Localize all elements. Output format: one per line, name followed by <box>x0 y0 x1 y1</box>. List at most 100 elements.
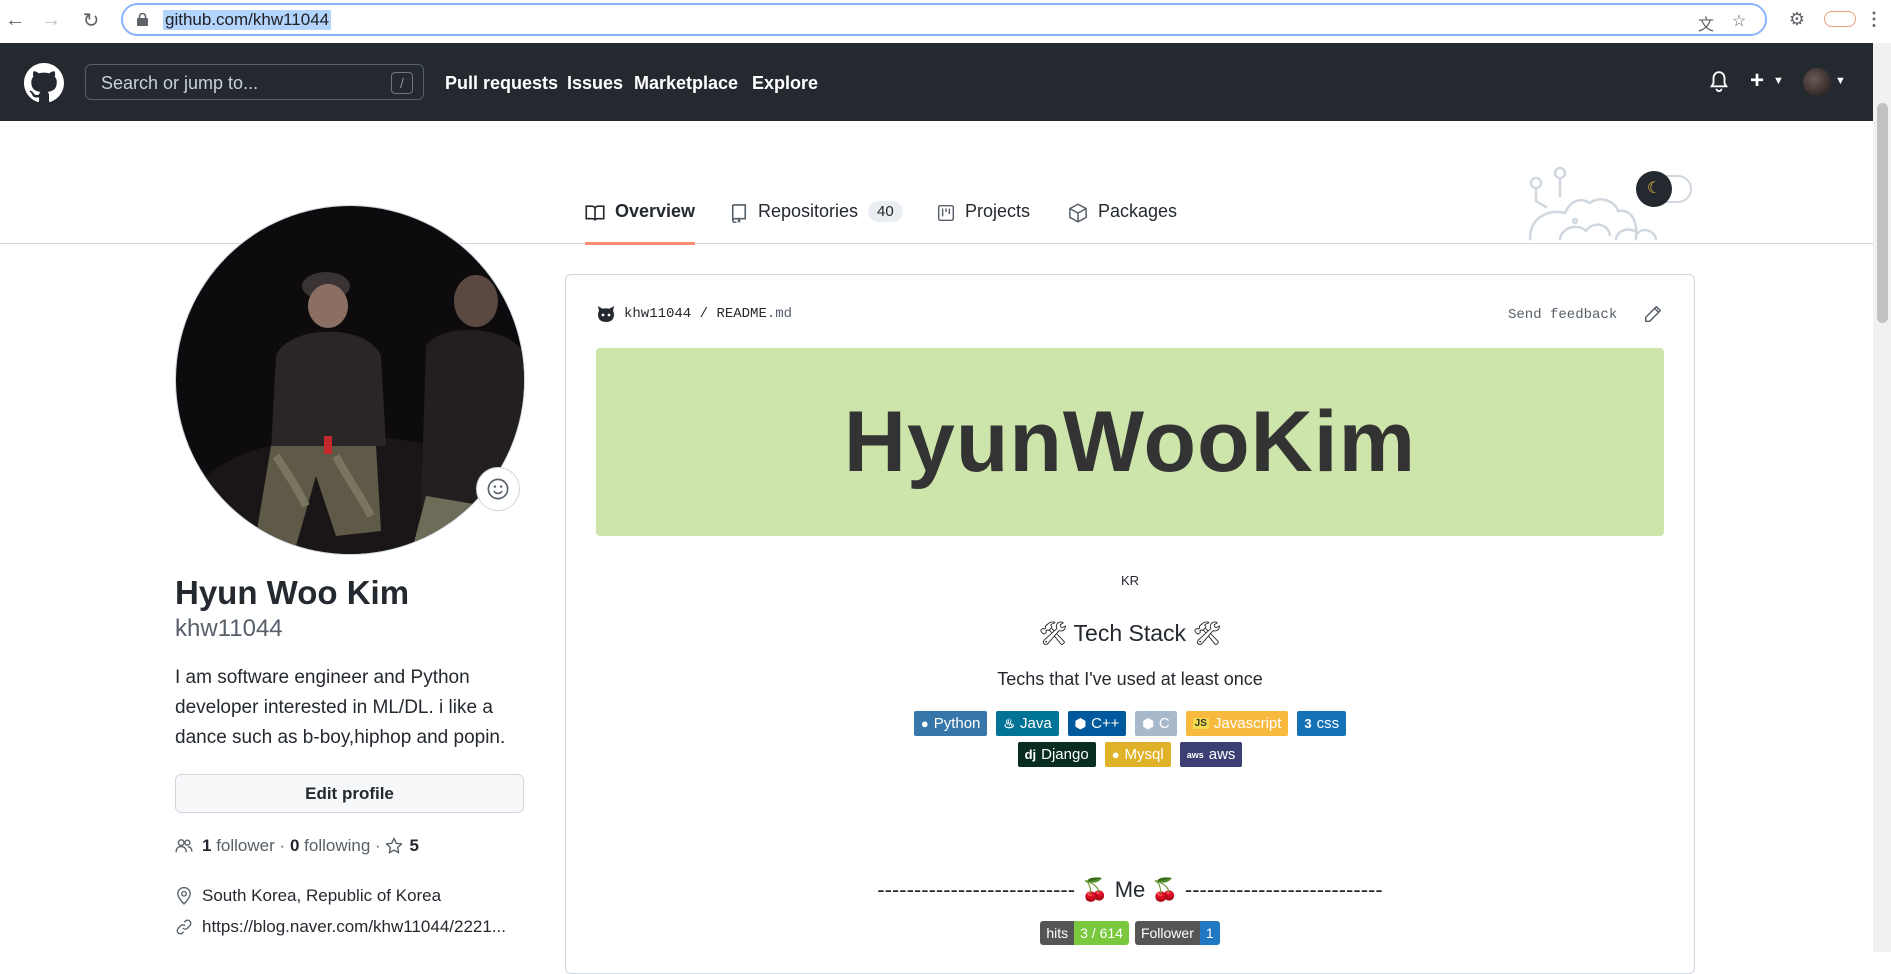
badge-label: Python <box>933 715 981 732</box>
tab-repositories-label: Repositories <box>758 201 859 221</box>
search-placeholder: Search or jump to... <box>101 73 259 93</box>
badge-aws[interactable]: aws aws <box>1179 742 1243 767</box>
website-link[interactable]: https://blog.naver.com/khw11044/2221... <box>202 917 506 937</box>
tech-badges-row-2: dj Django ● Mysql aws aws <box>566 742 1694 767</box>
followers-label: follower <box>216 836 275 855</box>
notification-bell-icon[interactable] <box>1709 71 1729 93</box>
c-icon: ⬢ <box>1142 715 1154 731</box>
edit-profile-button[interactable]: Edit profile <box>175 774 524 813</box>
badge-django[interactable]: dj Django <box>1017 742 1096 767</box>
location-text: South Korea, Republic of Korea <box>202 886 442 905</box>
github-logo-icon[interactable] <box>24 63 64 103</box>
tab-packages[interactable]: Packages <box>1068 201 1177 242</box>
create-new-caret-icon[interactable]: ▼ <box>1773 75 1784 87</box>
forward-arrow-icon[interactable]: → <box>38 7 64 33</box>
badge-label: aws <box>1208 746 1236 763</box>
moon-icon: ☾ <box>1636 171 1672 207</box>
chrome-menu-icon[interactable]: ⋮ <box>1863 9 1885 31</box>
avatar-caret-icon[interactable]: ▼ <box>1835 75 1846 87</box>
hits-badge[interactable]: hits 3 / 614 <box>1040 921 1129 945</box>
profile-bio: I am software engineer and Python develo… <box>175 667 506 748</box>
mysql-icon: ● <box>1111 747 1120 762</box>
readme-banner: HyunWooKim <box>596 348 1664 536</box>
translate-icon[interactable]: 文 <box>1696 11 1716 34</box>
tech-badges-row-1: ● Python ♨ Java ⬢ C++ ⬢ C JS Javascript 3 css <box>566 711 1694 736</box>
following-link[interactable]: 0 following <box>290 836 370 856</box>
theme-toggle-switch[interactable]: ☾ <box>1636 171 1692 207</box>
back-arrow-icon[interactable]: ← <box>2 7 28 33</box>
send-feedback-link[interactable]: Send feedback <box>1508 307 1617 323</box>
badge-c[interactable]: ⬢ C <box>1135 711 1177 736</box>
book-icon <box>585 205 605 221</box>
separator-dot: · <box>279 836 286 855</box>
profile-location: South Korea, Republic of Korea <box>175 886 441 906</box>
stars-link[interactable]: 5 <box>385 836 419 856</box>
badge-label: Java <box>1020 715 1052 732</box>
css3-icon: 3 <box>1304 716 1312 731</box>
profile-username: khw11044 <box>175 615 283 642</box>
package-icon <box>1069 203 1087 223</box>
pencil-edit-icon[interactable] <box>1644 305 1662 323</box>
badge-cpp[interactable]: ⬢ C++ <box>1067 711 1127 736</box>
badge-label: Javascript <box>1213 715 1282 732</box>
search-input[interactable]: Search or jump to... / <box>85 64 424 100</box>
badge-label: C <box>1158 715 1170 732</box>
nav-marketplace[interactable]: Marketplace <box>634 73 738 94</box>
create-new-plus-icon[interactable]: + <box>1750 67 1764 95</box>
followers-link[interactable]: 1 follower <box>202 836 275 856</box>
repositories-count-badge: 40 <box>868 201 903 222</box>
tech-stack-heading: 🛠 Tech Stack 🛠 <box>1038 620 1222 646</box>
cpp-icon: ⬢ <box>1074 715 1087 731</box>
badge-label: css <box>1316 715 1340 732</box>
slash-shortcut-key: / <box>391 72 413 94</box>
me-heading: --------------------------- 🍒 Me 🍒 -----… <box>877 877 1383 902</box>
reload-icon[interactable]: ↻ <box>78 7 104 33</box>
following-label: following <box>304 836 371 855</box>
tab-overview[interactable]: Overview <box>585 201 696 245</box>
hits-value: 3 / 614 <box>1074 921 1129 945</box>
extensions-puzzle-icon[interactable]: ⚙ <box>1786 9 1808 31</box>
badge-python[interactable]: ● Python <box>913 711 988 736</box>
followers-count: 1 <box>202 836 212 855</box>
url-text[interactable]: github.com/khw11044 <box>163 10 332 30</box>
link-icon <box>176 919 192 935</box>
project-icon <box>937 204 955 222</box>
aws-icon: aws <box>1186 749 1204 760</box>
tab-repositories[interactable]: Repositories 40 <box>730 201 903 242</box>
profile-badge-icon[interactable] <box>1824 11 1856 27</box>
badge-javascript[interactable]: JS Javascript <box>1185 711 1289 736</box>
smiley-icon <box>487 478 509 500</box>
follower-value: 1 <box>1199 921 1220 945</box>
browser-toolbar: ← → ↻ github.com/khw11044 文 ☆ ⚙ ⋮ <box>0 0 1891 44</box>
address-bar[interactable]: github.com/khw11044 文 ☆ <box>121 3 1767 36</box>
tab-projects[interactable]: Projects <box>937 201 1030 242</box>
readme-path-separator: / <box>699 306 709 322</box>
repo-icon <box>731 204 747 223</box>
following-count: 0 <box>289 836 300 855</box>
profile-avatar-image <box>176 206 524 554</box>
readme-owner[interactable]: khw11044 <box>624 306 691 322</box>
page-scrollbar[interactable] <box>1873 43 1891 952</box>
set-status-button[interactable] <box>476 467 520 511</box>
scrollbar-thumb[interactable] <box>1877 103 1888 323</box>
lock-icon <box>137 13 148 26</box>
follower-label: Follower <box>1134 921 1200 945</box>
user-avatar[interactable] <box>1803 68 1831 96</box>
bookmark-star-icon[interactable]: ☆ <box>1729 11 1749 31</box>
profile-photo[interactable] <box>175 205 525 555</box>
tab-overview-label: Overview <box>615 201 696 221</box>
badge-mysql[interactable]: ● Mysql <box>1104 742 1171 767</box>
python-icon: ● <box>920 716 929 731</box>
readme-card: khw11044 / README .md Send feedback HyunW… <box>565 274 1695 974</box>
language-label[interactable]: KR <box>566 573 1694 588</box>
nav-issues[interactable]: Issues <box>567 73 623 94</box>
java-icon: ♨ <box>1003 715 1016 731</box>
nav-explore[interactable]: Explore <box>752 73 818 94</box>
tab-projects-label: Projects <box>965 201 1031 221</box>
badge-java[interactable]: ♨ Java <box>996 711 1059 736</box>
badge-css[interactable]: 3 css <box>1297 711 1347 736</box>
tech-stack-subtitle: Techs that I've used at least once <box>997 669 1263 689</box>
stats-badges-row: hits 3 / 614 Follower 1 <box>566 921 1694 945</box>
nav-pull-requests[interactable]: Pull requests <box>445 73 558 94</box>
follower-badge[interactable]: Follower 1 <box>1134 921 1220 945</box>
